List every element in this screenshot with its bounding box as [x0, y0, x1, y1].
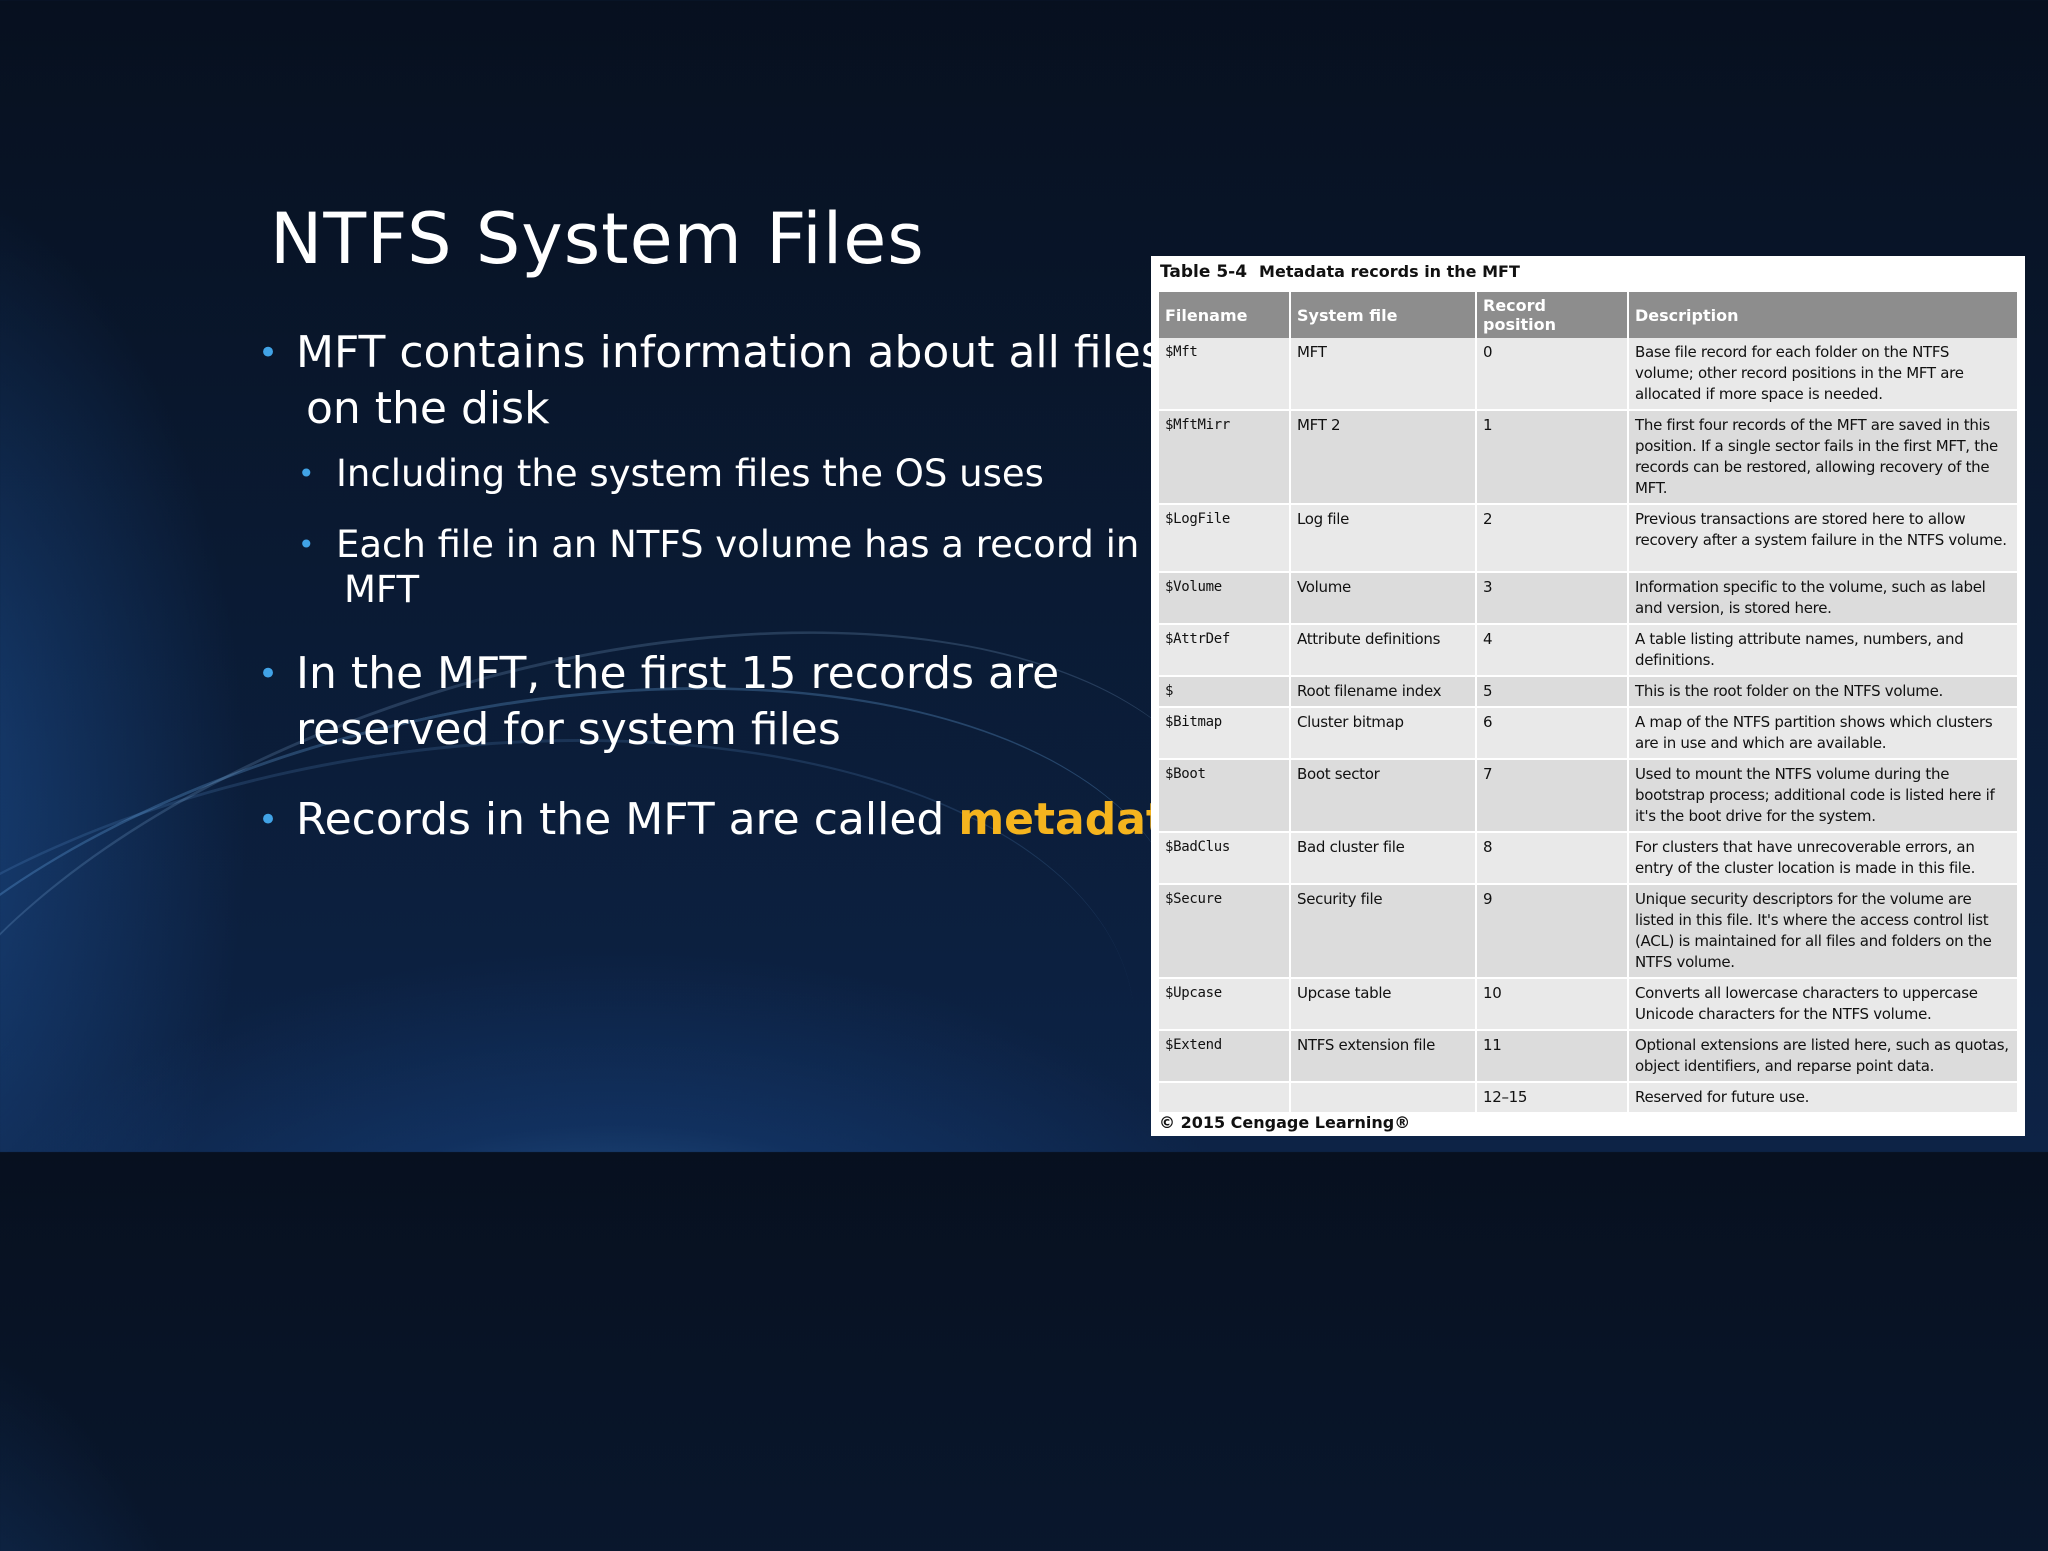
- bullet-list: • MFT contains information about all fil…: [258, 325, 1212, 862]
- column-header: Description: [1628, 292, 2019, 338]
- table-title: Metadata records in the MFT: [1259, 262, 1520, 281]
- system-file-cell: Volume: [1290, 572, 1477, 625]
- record-position-cell: 2: [1476, 504, 1629, 573]
- description-cell: Converts all lowercase characters to upp…: [1628, 978, 2019, 1031]
- table-body: $Mft MFT 0 Base file record for each folder…: [1159, 338, 2019, 1114]
- description-cell: Optional extensions are listed here, suc…: [1628, 1030, 2019, 1083]
- record-position-cell: 6: [1476, 707, 1629, 760]
- record-position-cell: 1: [1476, 410, 1629, 505]
- bullet-text: on the disk: [306, 383, 550, 434]
- table-row: $Extend NTFS extension file 11 Optional ext…: [1159, 1030, 2019, 1083]
- column-header: Filename: [1159, 292, 1291, 338]
- description-cell: Information specific to the volume, such…: [1628, 572, 2019, 625]
- table-caption: Table 5-4 Metadata records in the MFT: [1160, 262, 1520, 282]
- system-file-cell: Cluster bitmap: [1290, 707, 1477, 760]
- filename-cell: [1159, 1082, 1291, 1114]
- table-header-row: Filename System file Record position Des…: [1159, 292, 2019, 338]
- filename-cell: $Volume: [1159, 572, 1291, 625]
- system-file-cell: Bad cluster file: [1290, 832, 1477, 885]
- description-cell: Base file record for each folder on the …: [1628, 338, 2019, 411]
- table-row: $LogFile Log file 2 Previous transactions a…: [1159, 504, 2019, 573]
- bullet-dot-icon: •: [298, 457, 315, 490]
- system-file-cell: MFT 2: [1290, 410, 1477, 505]
- filename-cell: $Upcase: [1159, 978, 1291, 1031]
- bullet-item: • MFT contains information about all fil…: [258, 325, 1164, 437]
- table-image: Table 5-4 Metadata records in the MFT Fil…: [1151, 256, 2025, 1136]
- bullet-text-plain: Records in the MFT are called: [296, 794, 959, 845]
- table-row: $Mft MFT 0 Base file record for each folder…: [1159, 338, 2019, 411]
- sub-bullet-text: MFT: [344, 568, 420, 611]
- bullet-dot-icon: •: [258, 800, 279, 840]
- record-position-cell: 8: [1476, 832, 1629, 885]
- system-file-cell: Log file: [1290, 504, 1477, 573]
- description-cell: Used to mount the NTFS volume during the…: [1628, 759, 2019, 833]
- sub-bullet-item: • Each file in an NTFS volume has a reco…: [258, 522, 1212, 612]
- sub-bullet-item: • Including the system files the OS uses: [258, 451, 1158, 496]
- description-cell: The first four records of the MFT are sa…: [1628, 410, 2019, 505]
- filename-cell: $Bitmap: [1159, 707, 1291, 760]
- table-row: $Volume Volume 3 Information specific to th…: [1159, 572, 2019, 625]
- table-row: $AttrDef Attribute definitions 4 A table li…: [1159, 624, 2019, 677]
- filename-cell: $Boot: [1159, 759, 1291, 833]
- table-row: $Secure Security file 9 Unique security des…: [1159, 884, 2019, 979]
- column-header: System file: [1290, 292, 1477, 338]
- slide-title: NTFS System Files: [270, 198, 925, 280]
- bullet-text: reserved for system files: [296, 704, 841, 755]
- bullet-text: In the MFT, the first 15 records are: [296, 648, 1060, 699]
- record-position-cell: 4: [1476, 624, 1629, 677]
- filename-cell: $Mft: [1159, 338, 1291, 411]
- record-position-cell: 7: [1476, 759, 1629, 833]
- description-cell: For clusters that have unrecoverable err…: [1628, 832, 2019, 885]
- bullet-dot-icon: •: [258, 654, 279, 694]
- table-row: $BadClus Bad cluster file 8 For clusters th…: [1159, 832, 2019, 885]
- table-row: $Bitmap Cluster bitmap 6 A map of the NTFS …: [1159, 707, 2019, 760]
- record-position-cell: 0: [1476, 338, 1629, 411]
- copyright-footer: © 2015 Cengage Learning®: [1159, 1113, 1411, 1132]
- system-file-cell: [1290, 1082, 1477, 1114]
- filename-cell: $MftMirr: [1159, 410, 1291, 505]
- table-label: Table 5-4: [1160, 262, 1248, 282]
- record-position-cell: 10: [1476, 978, 1629, 1031]
- bullet-dot-icon: •: [258, 333, 279, 373]
- record-position-cell: 11: [1476, 1030, 1629, 1083]
- bullet-text: MFT contains information about all files: [296, 327, 1164, 378]
- filename-cell: $LogFile: [1159, 504, 1291, 573]
- sub-bullet-text: Each file in an NTFS volume has a record…: [336, 523, 1212, 566]
- table-row: $Boot Boot sector 7 Used to mount the NTFS …: [1159, 759, 2019, 833]
- table-row: $MftMirr MFT 2 1 The first four records of …: [1159, 410, 2019, 505]
- system-file-cell: Security file: [1290, 884, 1477, 979]
- metadata-table: Filename System file Record position Des…: [1159, 292, 2019, 1114]
- system-file-cell: Attribute definitions: [1290, 624, 1477, 677]
- description-cell: This is the root folder on the NTFS volu…: [1628, 676, 2019, 708]
- system-file-cell: Boot sector: [1290, 759, 1477, 833]
- system-file-cell: NTFS extension file: [1290, 1030, 1477, 1083]
- record-position-cell: 9: [1476, 884, 1629, 979]
- column-header: Record position: [1476, 292, 1629, 338]
- filename-cell: $Extend: [1159, 1030, 1291, 1083]
- description-cell: Reserved for future use.: [1628, 1082, 2019, 1114]
- system-file-cell: Root filename index: [1290, 676, 1477, 708]
- bullet-dot-icon: •: [298, 528, 315, 561]
- description-cell: Previous transactions are stored here to…: [1628, 504, 2019, 573]
- table-row: $Upcase Upcase table 10 Converts all lowerc…: [1159, 978, 2019, 1031]
- bullet-item: • Records in the MFT are called metadata: [258, 792, 1197, 848]
- filename-cell: $Secure: [1159, 884, 1291, 979]
- filename-cell: $: [1159, 676, 1291, 708]
- sub-bullet-text: Including the system files the OS uses: [336, 452, 1044, 495]
- record-position-cell: 5: [1476, 676, 1629, 708]
- description-cell: A map of the NTFS partition shows which …: [1628, 707, 2019, 760]
- record-position-cell: 3: [1476, 572, 1629, 625]
- table-row: 12–15 Reserved for future use.: [1159, 1082, 2019, 1114]
- bullet-item: • In the MFT, the first 15 records are r…: [258, 646, 1158, 758]
- system-file-cell: Upcase table: [1290, 978, 1477, 1031]
- record-position-cell: 12–15: [1476, 1082, 1629, 1114]
- bullet-text: Records in the MFT are called metadata: [296, 792, 1197, 848]
- system-file-cell: MFT: [1290, 338, 1477, 411]
- filename-cell: $BadClus: [1159, 832, 1291, 885]
- description-cell: Unique security descriptors for the volu…: [1628, 884, 2019, 979]
- description-cell: A table listing attribute names, numbers…: [1628, 624, 2019, 677]
- table-row: $ Root filename index 5 This is the root fo…: [1159, 676, 2019, 708]
- filename-cell: $AttrDef: [1159, 624, 1291, 677]
